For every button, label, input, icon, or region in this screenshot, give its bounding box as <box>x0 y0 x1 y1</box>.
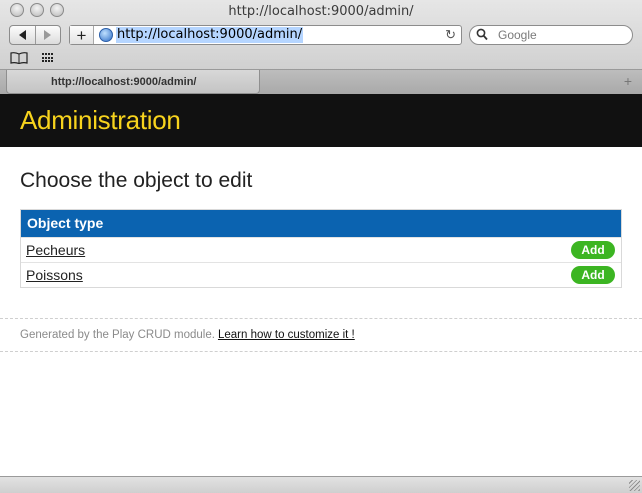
admin-header: Administration <box>0 94 642 147</box>
footer-note: Generated by the Play CRUD module. <box>20 329 215 341</box>
customize-link[interactable]: Learn how to customize it ! <box>218 329 355 341</box>
back-icon <box>18 30 26 40</box>
url-input[interactable]: http://localhost:9000/admin/ <box>116 27 304 43</box>
window-title: http://localhost:9000/admin/ <box>228 4 414 19</box>
add-poissons-button[interactable]: Add <box>571 266 615 284</box>
top-sites-icon[interactable] <box>42 53 54 63</box>
object-link-pecheurs[interactable]: Pecheurs <box>26 242 85 258</box>
bookmarks-icon[interactable] <box>10 52 28 64</box>
tab-label: http://localhost:9000/admin/ <box>51 76 197 88</box>
forward-button[interactable] <box>34 26 60 44</box>
table-row: Pecheurs Add <box>21 237 621 262</box>
nav-buttons <box>9 25 61 45</box>
browser-chrome: http://localhost:9000/admin/ + http://lo… <box>0 0 642 94</box>
reload-icon[interactable]: ↻ <box>445 27 456 43</box>
footer: Generated by the Play CRUD module. Learn … <box>0 318 642 352</box>
table-header: Object type <box>21 210 621 237</box>
title-bar: http://localhost:9000/admin/ <box>0 0 642 22</box>
page-title: Administration <box>20 105 181 135</box>
address-bar[interactable]: + http://localhost:9000/admin/ ↻ <box>69 25 462 45</box>
add-bookmark-button[interactable]: + <box>70 26 94 44</box>
status-bar <box>0 476 642 493</box>
toolbar: + http://localhost:9000/admin/ ↻ Google <box>0 22 642 48</box>
bookmarks-bar <box>0 48 642 68</box>
new-tab-button[interactable]: + <box>624 73 632 89</box>
tab-admin[interactable]: http://localhost:9000/admin/ <box>6 70 260 94</box>
search-icon <box>476 28 488 41</box>
resize-grip-icon[interactable] <box>629 480 640 491</box>
tab-bar: http://localhost:9000/admin/ + <box>0 69 642 94</box>
search-placeholder: Google <box>498 28 537 42</box>
footer-text: Generated by the Play CRUD module. Learn … <box>20 329 355 341</box>
back-button[interactable] <box>10 26 35 44</box>
object-link-poissons[interactable]: Poissons <box>26 267 83 283</box>
object-table: Object type Pecheurs Add Poissons Add <box>20 209 622 288</box>
search-field[interactable]: Google <box>469 25 633 45</box>
table-row: Poissons Add <box>21 262 621 287</box>
forward-icon <box>44 30 52 40</box>
section-heading: Choose the object to edit <box>20 169 253 192</box>
globe-icon <box>99 28 113 42</box>
add-pecheurs-button[interactable]: Add <box>571 241 615 259</box>
